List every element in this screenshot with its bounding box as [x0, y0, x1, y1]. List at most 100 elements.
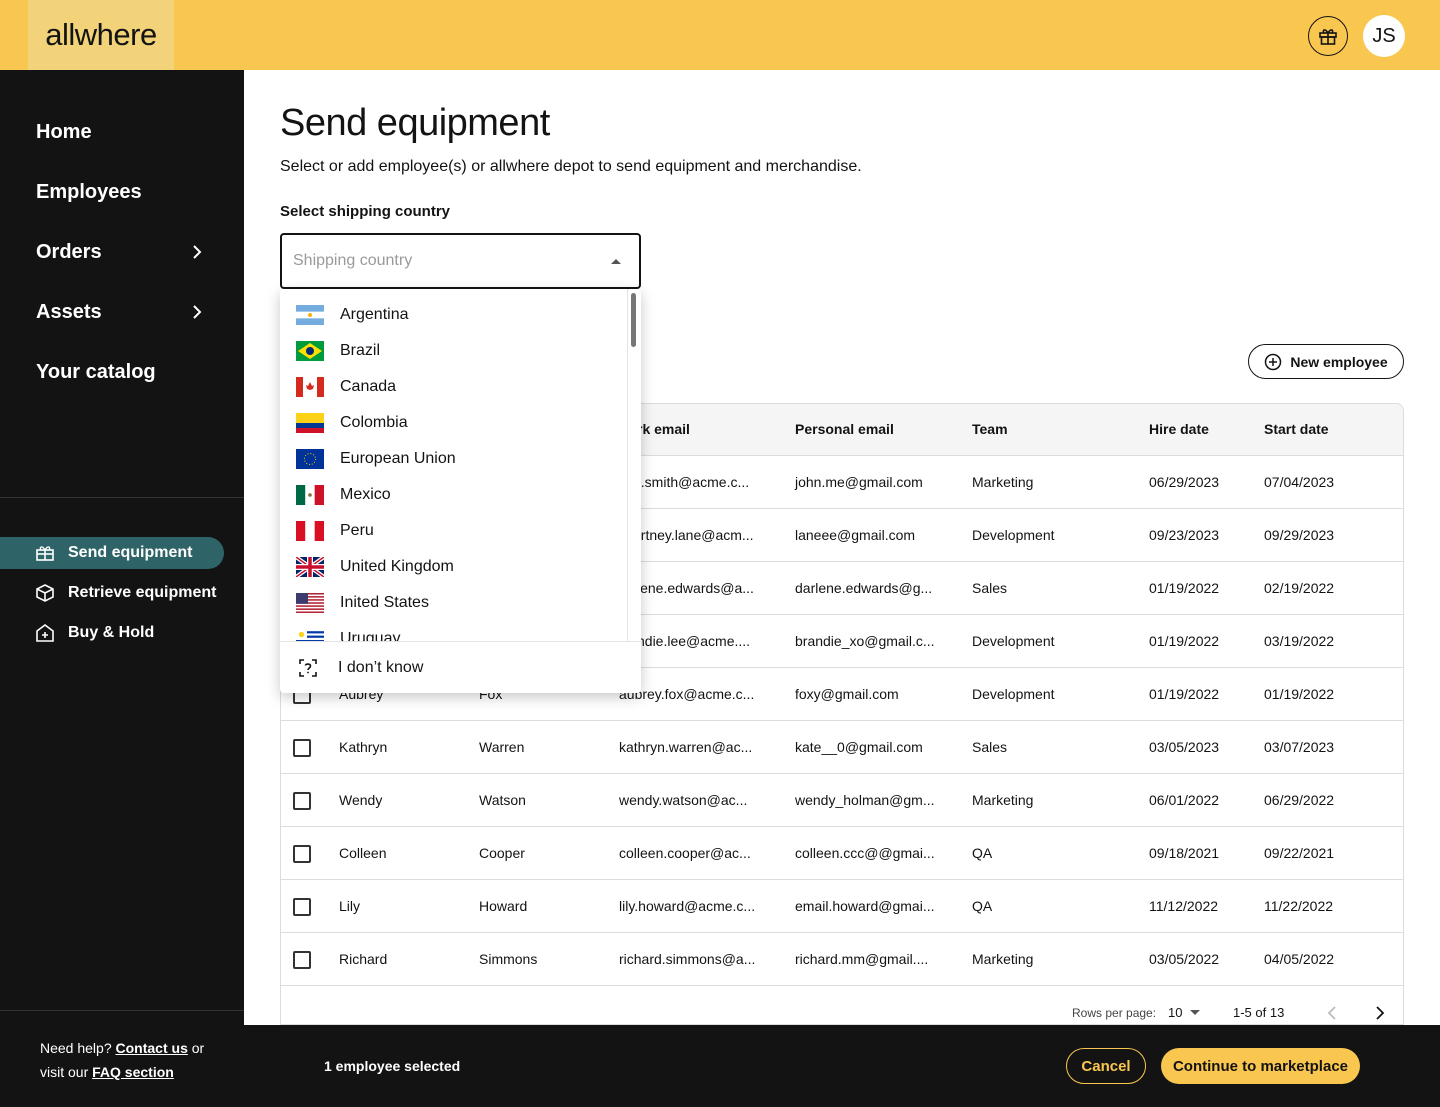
country-option-mexico[interactable]: Mexico — [296, 477, 391, 513]
country-option-brazil[interactable]: Brazil — [296, 333, 380, 369]
column-header-personal-email[interactable]: Personal email — [795, 421, 894, 437]
sidebar-item-employees[interactable]: Employees — [36, 177, 204, 207]
canada-flag-icon — [296, 377, 324, 397]
contact-us-link[interactable]: Contact us — [116, 1040, 188, 1056]
team-cell: Development — [972, 686, 1055, 702]
hire-date-cell: 03/05/2023 — [1149, 739, 1220, 755]
last-name-cell: Watson — [479, 792, 526, 808]
sidebar-action-retrieve-equipment[interactable]: Retrieve equipment — [0, 577, 224, 609]
country-option-uruguay[interactable]: Uruguay — [296, 621, 400, 641]
eu-flag-icon — [296, 449, 324, 469]
sidebar-item-label: Your catalog — [36, 360, 156, 383]
column-header-start-date[interactable]: Start date — [1264, 421, 1329, 437]
personal-email-cell: foxy@gmail.com — [795, 686, 899, 702]
country-option-label: Peru — [340, 522, 374, 539]
sidebar-item-home[interactable]: Home — [36, 117, 204, 147]
personal-email-cell: darlene.edwards@g... — [795, 580, 933, 596]
first-name-cell: Wendy — [339, 792, 383, 808]
start-date-cell: 09/29/2023 — [1264, 527, 1335, 543]
country-option-label: Argentina — [340, 306, 409, 323]
work-email-cell: kathryn.warren@ac... — [619, 739, 753, 755]
shipping-country-select[interactable]: Shipping country — [280, 233, 641, 289]
avatar-initials: JS — [1372, 24, 1396, 47]
row-checkbox[interactable] — [293, 739, 311, 757]
avatar[interactable]: JS — [1363, 15, 1405, 57]
team-cell: QA — [972, 845, 993, 861]
row-checkbox[interactable] — [293, 792, 311, 810]
sidebar-item-catalog[interactable]: Your catalog — [36, 357, 204, 387]
sidebar-action-send-equipment[interactable]: Send equipment — [0, 537, 224, 569]
new-employee-button[interactable]: New employee — [1248, 344, 1404, 379]
team-cell: QA — [972, 898, 993, 914]
sidebar-action-buy-hold[interactable]: Buy & Hold — [0, 617, 224, 649]
row-checkbox[interactable] — [293, 845, 311, 863]
chevron-right-icon — [193, 305, 202, 319]
table-row[interactable]: Richard Simmons richard.simmons@a... ric… — [281, 933, 1403, 986]
dropdown-scrollbar-thumb[interactable] — [631, 293, 636, 347]
hire-date-cell: 01/19/2022 — [1149, 686, 1220, 702]
sidebar-item-assets[interactable]: Assets — [36, 297, 204, 327]
work-email-cell: wendy.watson@ac... — [619, 792, 748, 808]
faq-link[interactable]: FAQ section — [92, 1064, 174, 1080]
team-cell: Development — [972, 633, 1055, 649]
country-option-united-states[interactable]: Inited States — [296, 585, 429, 621]
first-name-cell: Lily — [339, 898, 361, 914]
sidebar-divider — [0, 497, 244, 498]
country-option-colombia[interactable]: Colombia — [296, 405, 408, 441]
new-employee-label: New employee — [1290, 353, 1388, 370]
hire-date-cell: 09/18/2021 — [1149, 845, 1220, 861]
last-name-cell: Howard — [479, 898, 528, 914]
package-return-icon — [36, 584, 54, 602]
start-date-cell: 02/19/2022 — [1264, 580, 1335, 596]
hire-date-cell: 06/01/2022 — [1149, 792, 1220, 808]
country-option-canada[interactable]: Canada — [296, 369, 396, 405]
pagination: Rows per page: 10 1-5 of 13 — [281, 986, 1403, 1024]
country-option-european-union[interactable]: European Union — [296, 441, 456, 477]
sidebar-item-label: Orders — [36, 240, 102, 263]
sidebar-item-label: Home — [36, 120, 92, 143]
sidebar-item-orders[interactable]: Orders — [36, 237, 204, 267]
chevron-down-icon[interactable] — [1190, 1010, 1200, 1015]
dont-know-option[interactable]: I don’t know — [280, 641, 641, 693]
start-date-cell: 01/19/2022 — [1264, 686, 1335, 702]
dont-know-label: I don’t know — [338, 658, 424, 676]
gift-button[interactable] — [1308, 16, 1348, 56]
us-flag-icon — [296, 593, 324, 613]
personal-email-cell: email.howard@gmai... — [795, 898, 935, 914]
personal-email-cell: wendy_holman@gm... — [795, 792, 935, 808]
row-checkbox[interactable] — [293, 951, 311, 969]
continue-label: Continue to marketplace — [1172, 1057, 1349, 1075]
column-header-team[interactable]: Team — [972, 421, 1008, 437]
sidebar-action-label: Send equipment — [68, 544, 193, 561]
personal-email-cell: laneee@gmail.com — [795, 527, 916, 543]
table-row[interactable]: Lily Howard lily.howard@acme.c... email.… — [281, 880, 1403, 933]
country-option-argentina[interactable]: Argentina — [296, 297, 409, 333]
logo[interactable]: allwhere — [28, 0, 174, 70]
row-checkbox[interactable] — [293, 898, 311, 916]
help-visit: visit our — [40, 1064, 89, 1080]
country-option-united-kingdom[interactable]: United Kingdom — [296, 549, 454, 585]
rows-per-page-label: Rows per page: — [1072, 1006, 1157, 1020]
country-option-peru[interactable]: Peru — [296, 513, 374, 549]
mexico-flag-icon — [296, 485, 324, 505]
cancel-button[interactable]: Cancel — [1066, 1048, 1146, 1084]
column-header-hire-date[interactable]: Hire date — [1149, 421, 1209, 437]
country-option-label: European Union — [340, 450, 456, 467]
continue-to-marketplace-button[interactable]: Continue to marketplace — [1161, 1048, 1360, 1084]
brazil-flag-icon — [296, 341, 324, 361]
work-email-cell: lily.howard@acme.c... — [619, 898, 756, 914]
argentina-flag-icon — [296, 305, 324, 325]
chevron-left-icon[interactable] — [1327, 1006, 1337, 1020]
start-date-cell: 09/22/2021 — [1264, 845, 1335, 861]
chevron-right-icon[interactable] — [1375, 1006, 1385, 1020]
logo-text: allwhere — [45, 17, 157, 52]
hire-date-cell: 03/05/2022 — [1149, 951, 1220, 967]
table-row[interactable]: Kathryn Warren kathryn.warren@ac... kate… — [281, 721, 1403, 774]
table-row[interactable]: Colleen Cooper colleen.cooper@ac... coll… — [281, 827, 1403, 880]
column-header-work-email[interactable]: rk email — [637, 421, 690, 437]
rows-per-page-select[interactable]: 10 — [1168, 1005, 1182, 1020]
table-row[interactable]: Wendy Watson wendy.watson@ac... wendy_ho… — [281, 774, 1403, 827]
work-email-cell: ndie.lee@acme.... — [637, 633, 751, 649]
sidebar-item-label: Employees — [36, 180, 142, 203]
country-option-label: Brazil — [340, 342, 381, 359]
